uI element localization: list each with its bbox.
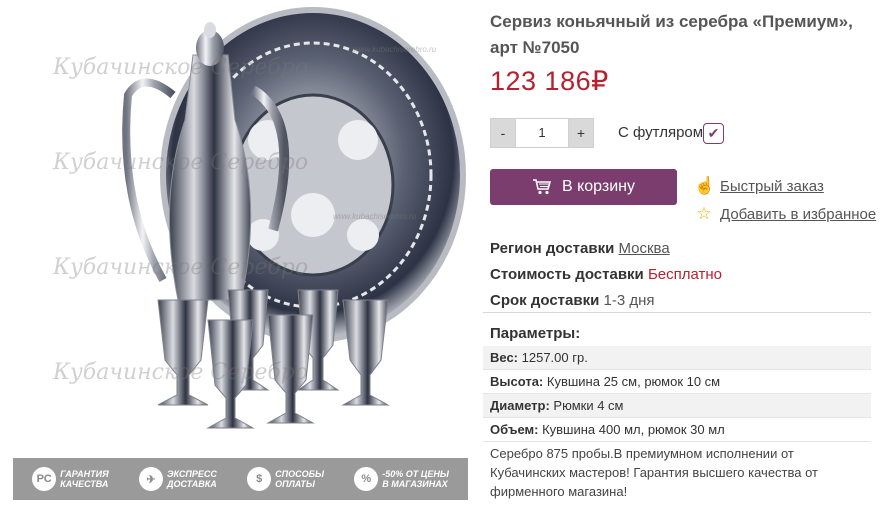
- watermark-text: Кубачинское Серебро: [53, 55, 309, 80]
- quantity-decrease-button[interactable]: -: [490, 118, 516, 148]
- parameters-table: Параметры: Вес: 1257.00 гр. Высота: Кувш…: [483, 312, 871, 442]
- pointer-hand-icon: ☝: [694, 176, 716, 195]
- delivery-cost-row: Стоимость доставки Бесплатно: [490, 262, 880, 288]
- watermark-text: Кубачинское Серебро: [53, 255, 309, 280]
- watermark-url: www.kubachiserebro.ru: [333, 212, 417, 221]
- benefit-payment: $ Способы оплаты: [247, 467, 324, 491]
- benefit-quality: РС Гарантия качества: [32, 467, 109, 491]
- case-option-label: С футляром: [618, 124, 704, 141]
- benefit-text: Гарантия качества: [60, 469, 109, 489]
- add-to-cart-label: В корзину: [561, 178, 636, 195]
- watermark-text: Кубачинское Серебро: [53, 360, 309, 385]
- delivery-time-value: 1-3 дня: [603, 292, 655, 309]
- delivery-time-row: Срок доставки 1-3 дня: [490, 288, 880, 314]
- add-to-cart-button[interactable]: В корзину: [490, 169, 677, 205]
- quantity-stepper: - 1 +: [490, 118, 594, 148]
- cart-icon: [532, 179, 552, 195]
- delivery-icon: ✈: [138, 467, 163, 491]
- param-row: Высота: Кувшина 25 см, рюмок 10 см: [483, 370, 871, 394]
- param-value: Рюмки 4 см: [553, 398, 624, 413]
- product-price: 123 186₽: [490, 66, 609, 96]
- benefit-text: Способы оплаты: [275, 469, 324, 489]
- benefit-text: -50% от цены в магазинах: [382, 469, 449, 489]
- star-icon: ☆: [696, 204, 712, 223]
- param-label: Диаметр:: [490, 398, 550, 413]
- quick-order-link[interactable]: ☝ Быстрый заказ: [694, 176, 824, 196]
- quantity-increase-button[interactable]: +: [568, 118, 594, 148]
- case-checkbox[interactable]: ✔: [703, 123, 724, 144]
- benefits-bar: РС Гарантия качества ✈ Экспресс доставка…: [13, 458, 468, 500]
- delivery-cost-value: Бесплатно: [647, 266, 723, 283]
- watermark-text: Кубачинское Серебро: [53, 150, 309, 175]
- quality-icon: РС: [32, 467, 57, 491]
- param-row: Диаметр: Рюмки 4 см: [483, 394, 871, 418]
- param-value: Кувшина 25 см, рюмок 10 см: [546, 374, 721, 389]
- product-title: Сервиз коньячный из серебра «Премиум», а…: [490, 12, 853, 57]
- delivery-region-row: Регион доставки Москва: [490, 236, 880, 262]
- delivery-region-label: Регион доставки: [490, 240, 615, 257]
- product-description: Серебро 875 пробы.В премиумном исполнени…: [490, 446, 819, 499]
- delivery-info: Регион доставки Москва Стоимость доставк…: [490, 236, 880, 314]
- product-image-gallery[interactable]: Кубачинское Серебро Кубачинское Серебро …: [13, 0, 468, 500]
- param-value: 1257.00 гр.: [521, 350, 588, 365]
- param-value: Кувшина 400 мл, рюмок 30 мл: [542, 422, 725, 437]
- param-label: Вес:: [490, 350, 519, 365]
- benefit-delivery: ✈ Экспресс доставка: [138, 467, 217, 491]
- benefit-text: Экспресс доставка: [166, 469, 217, 489]
- add-to-favorites-link[interactable]: ☆ Добавить в избранное: [694, 204, 876, 224]
- param-label: Высота:: [490, 374, 544, 389]
- checkmark-icon: ✔: [707, 125, 720, 141]
- add-to-favorites-label: Добавить в избранное: [720, 205, 877, 223]
- benefit-discount: % -50% от цены в магазинах: [354, 467, 449, 491]
- discount-icon: %: [354, 467, 379, 491]
- watermark-url: www.kubachiserebro.ru: [353, 45, 437, 54]
- param-row: Объем: Кувшина 400 мл, рюмок 30 мл: [483, 418, 871, 442]
- parameters-title: Параметры:: [490, 325, 581, 342]
- delivery-region-link[interactable]: Москва: [618, 240, 669, 257]
- quick-order-label: Быстрый заказ: [720, 177, 824, 195]
- quantity-input[interactable]: 1: [516, 118, 568, 148]
- payment-icon: $: [247, 467, 272, 491]
- param-row: Вес: 1257.00 гр.: [483, 346, 871, 370]
- param-label: Объем:: [490, 422, 539, 437]
- delivery-cost-label: Стоимость доставки: [490, 266, 644, 283]
- delivery-time-label: Срок доставки: [490, 292, 600, 309]
